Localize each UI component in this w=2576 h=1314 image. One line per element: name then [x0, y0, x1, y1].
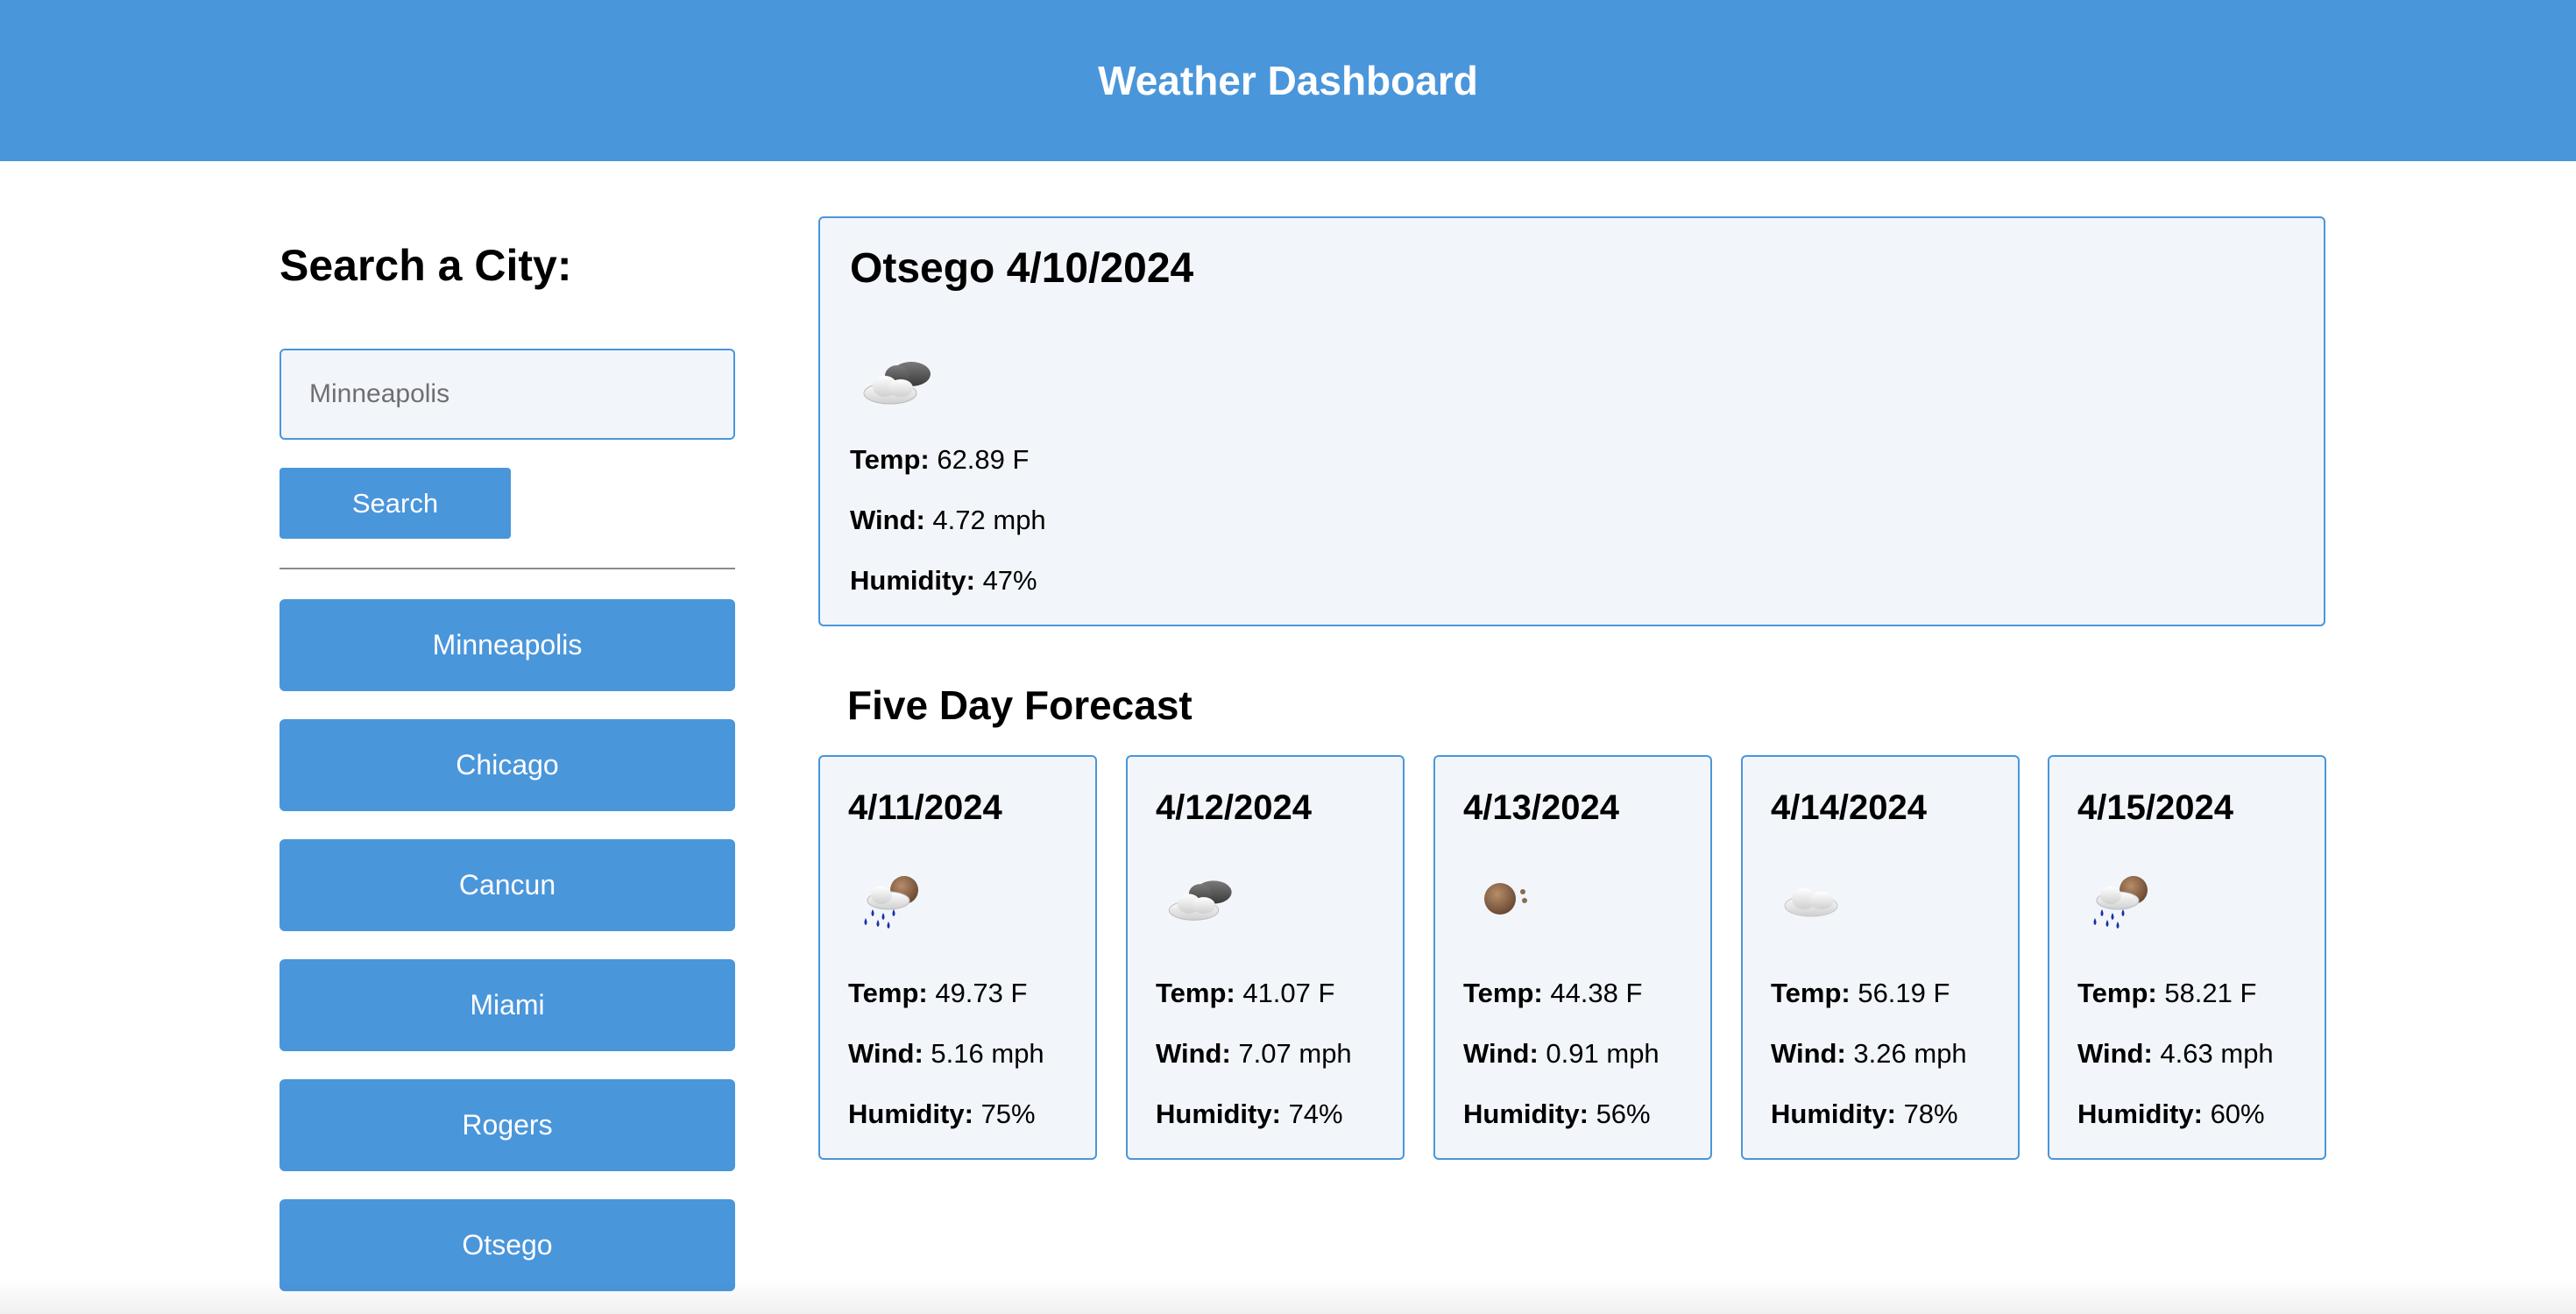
app-title: Weather Dashboard [1098, 58, 1478, 103]
sun-icon [1468, 871, 1547, 931]
forecast-temp: Temp: 56.19 F [1771, 978, 1950, 1008]
rain-icon [853, 871, 932, 936]
divider [280, 568, 735, 569]
forecast-humidity: Humidity: 78% [1771, 1099, 1958, 1129]
forecast-temp: Temp: 41.07 F [1156, 978, 1335, 1008]
search-heading: Search a City: [280, 241, 572, 290]
current-humidity: Humidity: 47% [850, 565, 1037, 596]
forecast-temp: Temp: 58.21 F [2077, 978, 2257, 1008]
cloud-icon [1161, 871, 1240, 931]
current-wind: Wind: 4.72 mph [850, 505, 1046, 535]
forecast-humidity: Humidity: 56% [1463, 1099, 1651, 1129]
forecast-wind: Wind: 4.63 mph [2077, 1038, 2274, 1069]
forecast-wind: Wind: 5.16 mph [848, 1038, 1044, 1069]
forecast-humidity: Humidity: 74% [1156, 1099, 1343, 1129]
current-title: Otsego 4/10/2024 [850, 245, 1194, 292]
forecast-humidity: Humidity: 75% [848, 1099, 1036, 1129]
history-button-miami[interactable]: Miami [280, 959, 735, 1051]
light-cloud-icon [1776, 871, 1855, 931]
forecast-card: 4/11/2024 Temp: 49.73 F Wind: 5.16 mph H… [818, 755, 1097, 1160]
forecast-card: 4/13/2024 Temp: 44.38 F Wind: 0.91 mph H… [1433, 755, 1712, 1160]
forecast-card: 4/12/2024 Temp: 41.07 F Wind: 7.07 mph H… [1126, 755, 1405, 1160]
forecast-title: Five Day Forecast [847, 682, 1192, 728]
city-search-input[interactable] [280, 349, 735, 440]
forecast-date: 4/11/2024 [848, 788, 1002, 827]
app-header: Weather Dashboard [0, 0, 2576, 161]
history-button-rogers[interactable]: Rogers [280, 1079, 735, 1171]
history-button-minneapolis[interactable]: Minneapolis [280, 599, 735, 691]
forecast-date: 4/12/2024 [1156, 788, 1312, 827]
forecast-temp: Temp: 49.73 F [848, 978, 1028, 1008]
forecast-wind: Wind: 3.26 mph [1771, 1038, 1967, 1069]
forecast-date: 4/14/2024 [1771, 788, 1927, 827]
current-temp: Temp: 62.89 F [850, 444, 1030, 475]
forecast-temp: Temp: 44.38 F [1463, 978, 1643, 1008]
forecast-card: 4/14/2024 Temp: 56.19 F Wind: 3.26 mph H… [1741, 755, 2020, 1160]
forecast-card: 4/15/2024 Temp: 58.21 F Wind: 4.63 mph H… [2048, 755, 2326, 1160]
forecast-wind: Wind: 0.91 mph [1463, 1038, 1660, 1069]
rain-icon [2083, 871, 2162, 936]
current-weather-card: Otsego 4/10/2024 Temp: 62.89 F Wind: 4.7… [818, 216, 2325, 626]
cloud-icon [855, 353, 939, 413]
history-button-cancun[interactable]: Cancun [280, 839, 735, 931]
forecast-humidity: Humidity: 60% [2077, 1099, 2265, 1129]
history-button-otsego[interactable]: Otsego [280, 1199, 735, 1291]
window-bottom-shadow [0, 1279, 2576, 1314]
forecast-date: 4/13/2024 [1463, 788, 1619, 827]
forecast-date: 4/15/2024 [2077, 788, 2233, 827]
search-button[interactable]: Search [280, 468, 511, 539]
forecast-wind: Wind: 7.07 mph [1156, 1038, 1352, 1069]
history-button-chicago[interactable]: Chicago [280, 719, 735, 811]
